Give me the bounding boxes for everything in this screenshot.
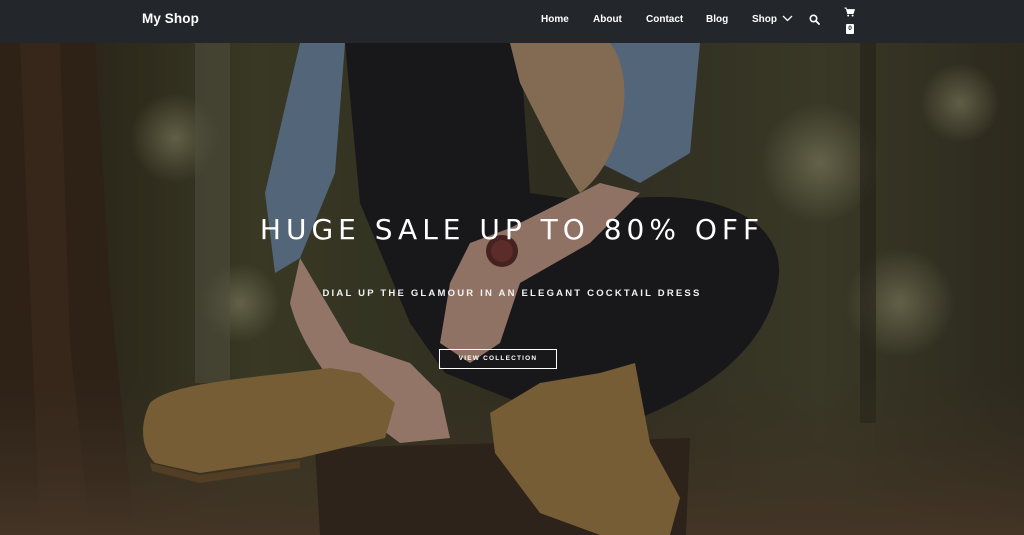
nav-shop-label: Shop: [752, 14, 777, 25]
hero-subtitle: DIAL UP THE GLAMOUR IN AN ELEGANT COCKTA…: [322, 288, 702, 299]
cart-button[interactable]: 0: [844, 7, 858, 35]
navbar: My Shop Home About Contact Blog Shop 0: [0, 0, 1024, 43]
nav-home[interactable]: Home: [541, 14, 569, 25]
chevron-down-icon: [782, 15, 793, 22]
view-collection-button[interactable]: VIEW COLLECTION: [439, 349, 557, 369]
cart-icon: [844, 7, 855, 17]
cart-count-badge: 0: [846, 24, 854, 34]
hero-section: HUGE SALE UP TO 80% OFF DIAL UP THE GLAM…: [0, 43, 1024, 535]
search-icon[interactable]: [809, 14, 820, 25]
brand-logo[interactable]: My Shop: [142, 11, 199, 26]
nav-about[interactable]: About: [593, 14, 622, 25]
nav-blog[interactable]: Blog: [706, 14, 728, 25]
nav-contact[interactable]: Contact: [646, 14, 683, 25]
hero-title: HUGE SALE UP TO 80% OFF: [259, 213, 765, 246]
nav-shop-dropdown[interactable]: Shop: [752, 14, 793, 25]
